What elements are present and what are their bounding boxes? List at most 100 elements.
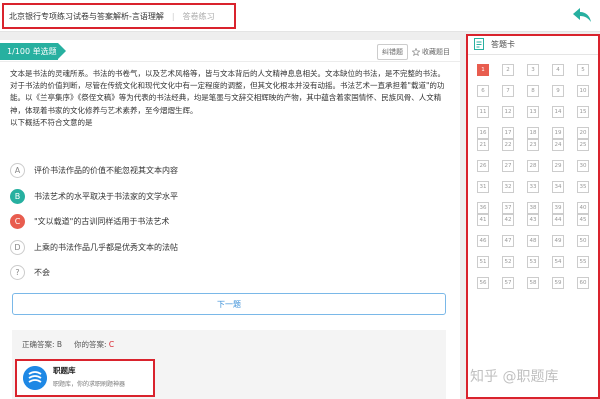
answer-card-cell[interactable]: 33 (527, 181, 539, 193)
answer-card-cell[interactable]: 1 (477, 64, 489, 76)
app-name: 职题库 (53, 366, 76, 375)
option-a[interactable]: A 评价书法作品的价值不能忽视其文本内容 (10, 158, 450, 184)
exam-title: 北京银行专项练习试卷与答案解析-言语理解 (9, 11, 164, 21)
option-b[interactable]: B 书法艺术的水平取决于书法家的文学水平 (10, 184, 450, 210)
answer-card-cell[interactable]: 2 (502, 64, 514, 76)
answer-card-cell[interactable]: 32 (502, 181, 514, 193)
answer-card-cell[interactable]: 41 (477, 214, 489, 226)
answer-card-cell[interactable]: 37 (502, 202, 514, 214)
answer-card-cell[interactable]: 21 (477, 139, 489, 151)
question-tools: 纠错题 收藏题目 (377, 44, 450, 60)
answer-card-cell[interactable]: 40 (577, 202, 589, 214)
answer-card-cell[interactable]: 38 (527, 202, 539, 214)
answer-card-cell[interactable]: 6 (477, 85, 489, 97)
answer-card-cell[interactable]: 23 (527, 139, 539, 151)
option-key: A (10, 163, 25, 179)
answer-card-cell[interactable]: 50 (577, 235, 589, 247)
option-c[interactable]: C "文以载道"的古训同样适用于书法艺术 (10, 209, 450, 235)
correct-answer-value: B (56, 340, 63, 349)
answer-card-cell[interactable]: 45 (577, 214, 589, 226)
answer-card-cell[interactable]: 26 (477, 160, 489, 172)
question-panel: 1/100 单选题 纠错题 收藏题目 文本是书法的灵魂所系。书法的书卷气，以及艺… (0, 40, 460, 399)
answer-card-cell[interactable]: 20 (577, 127, 589, 139)
favorite-label: 收藏题目 (422, 48, 450, 56)
answer-card-cell[interactable]: 7 (502, 85, 514, 97)
back-arrow-icon[interactable] (572, 6, 592, 24)
option-d[interactable]: D 上乘的书法作品几乎都是优秀文本的法帖 (10, 235, 450, 261)
option-text: 评价书法作品的价值不能忽视其文本内容 (34, 166, 178, 176)
answer-card-cell[interactable]: 28 (527, 160, 539, 172)
answer-card-cell[interactable]: 34 (552, 181, 564, 193)
answer-card-cell[interactable]: 48 (527, 235, 539, 247)
zhitiku-logo-icon (23, 366, 47, 390)
answer-card-cell[interactable]: 19 (552, 127, 564, 139)
answer-card-cell[interactable]: 59 (552, 277, 564, 289)
answer-line: 正确答案: B 你的答案: C (22, 339, 114, 350)
question-header: 1/100 单选题 纠错题 收藏题目 (0, 40, 460, 62)
exam-title-box: 北京银行专项练习试卷与答案解析-言语理解 | 答卷练习 (2, 3, 236, 29)
answer-card-cell[interactable]: 29 (552, 160, 564, 172)
watermark: 知乎 @职题库 (470, 369, 559, 385)
question-passage: 文本是书法的灵魂所系。书法的书卷气，以及艺术风格等，皆与文本背后的人文精神息息相… (10, 68, 450, 129)
answer-card-cell[interactable]: 54 (552, 256, 564, 268)
your-answer-value: C (108, 340, 115, 349)
answer-card-cell[interactable]: 17 (502, 127, 514, 139)
answer-card-grid: 1 2 3 4 5 6 7 8 9 10 11 12 13 14 15 16 17 18 19 20 21 22 23 24 2… (468, 36, 598, 397)
answer-card-cell[interactable]: 22 (502, 139, 514, 151)
app-promo-card[interactable]: 职题库 职题库，你的求职刷题神器 (15, 359, 155, 397)
option-key: D (10, 239, 25, 255)
option-text: "文以载道"的古训同样适用于书法艺术 (34, 217, 170, 227)
answer-card-cell[interactable]: 15 (577, 106, 589, 118)
question-prompt: 以下概括不符合文意的是 (10, 117, 93, 127)
options-list: A 评价书法作品的价值不能忽视其文本内容 B 书法艺术的水平取决于书法家的文学水… (10, 158, 450, 286)
answer-card-cell[interactable]: 9 (552, 85, 564, 97)
answer-card-cell[interactable]: 44 (552, 214, 564, 226)
next-question-button[interactable]: 下一题 (12, 293, 446, 315)
answer-card-cell[interactable]: 43 (527, 214, 539, 226)
passage-text: 文本是书法的灵魂所系。书法的书卷气，以及艺术风格等，皆与文本背后的人文精神息息相… (10, 69, 445, 115)
answer-card-cell[interactable]: 56 (477, 277, 489, 289)
answer-card-cell[interactable]: 49 (552, 235, 564, 247)
answer-card-cell[interactable]: 30 (577, 160, 589, 172)
answer-card-cell[interactable]: 27 (502, 160, 514, 172)
answer-card-cell[interactable]: 5 (577, 64, 589, 76)
answer-card-cell[interactable]: 36 (477, 202, 489, 214)
answer-card-cell[interactable]: 11 (477, 106, 489, 118)
answer-card-cell[interactable]: 18 (527, 127, 539, 139)
answer-card-cell[interactable]: 46 (477, 235, 489, 247)
answer-card-cell[interactable]: 4 (552, 64, 564, 76)
option-text: 书法艺术的水平取决于书法家的文学水平 (34, 191, 178, 201)
answer-card-cell[interactable]: 52 (502, 256, 514, 268)
answer-card-cell[interactable]: 39 (552, 202, 564, 214)
answer-card-cell[interactable]: 14 (552, 106, 564, 118)
answer-card-cell[interactable]: 3 (527, 64, 539, 76)
answer-card-cell[interactable]: 55 (577, 256, 589, 268)
answer-panel: 正确答案: B 你的答案: C 职题库 职题库，你的求职刷题神器 (12, 330, 446, 399)
option-unknown[interactable]: ? 不会 (10, 260, 450, 286)
answer-card-cell[interactable]: 31 (477, 181, 489, 193)
answer-card-cell[interactable]: 25 (577, 139, 589, 151)
exam-mode-label: 答卷练习 (182, 11, 215, 21)
answer-card-cell[interactable]: 24 (552, 139, 564, 151)
answer-card-cell[interactable]: 42 (502, 214, 514, 226)
answer-card-cell[interactable]: 8 (527, 85, 539, 97)
answer-card-cell[interactable]: 12 (502, 106, 514, 118)
answer-card-cell[interactable]: 10 (577, 85, 589, 97)
answer-card-cell[interactable]: 47 (502, 235, 514, 247)
answer-card-cell[interactable]: 16 (477, 127, 489, 139)
answer-card-cell[interactable]: 53 (527, 256, 539, 268)
your-answer-label: 你的答案: (74, 340, 107, 349)
top-bar: 北京银行专项练习试卷与答案解析-言语理解 | 答卷练习 (0, 0, 600, 32)
report-error-button[interactable]: 纠错题 (377, 44, 408, 60)
answer-card-cell[interactable]: 58 (527, 277, 539, 289)
favorite-button[interactable]: 收藏题目 (412, 47, 450, 57)
question-type-tag: 1/100 单选题 (0, 43, 66, 60)
answer-card-cell[interactable]: 51 (477, 256, 489, 268)
answer-card-cell[interactable]: 13 (527, 106, 539, 118)
option-text: 不会 (34, 268, 50, 278)
option-key: ? (10, 265, 25, 281)
option-text: 上乘的书法作品几乎都是优秀文本的法帖 (34, 242, 178, 252)
answer-card-cell[interactable]: 35 (577, 181, 589, 193)
answer-card-cell[interactable]: 57 (502, 277, 514, 289)
answer-card-cell[interactable]: 60 (577, 277, 589, 289)
